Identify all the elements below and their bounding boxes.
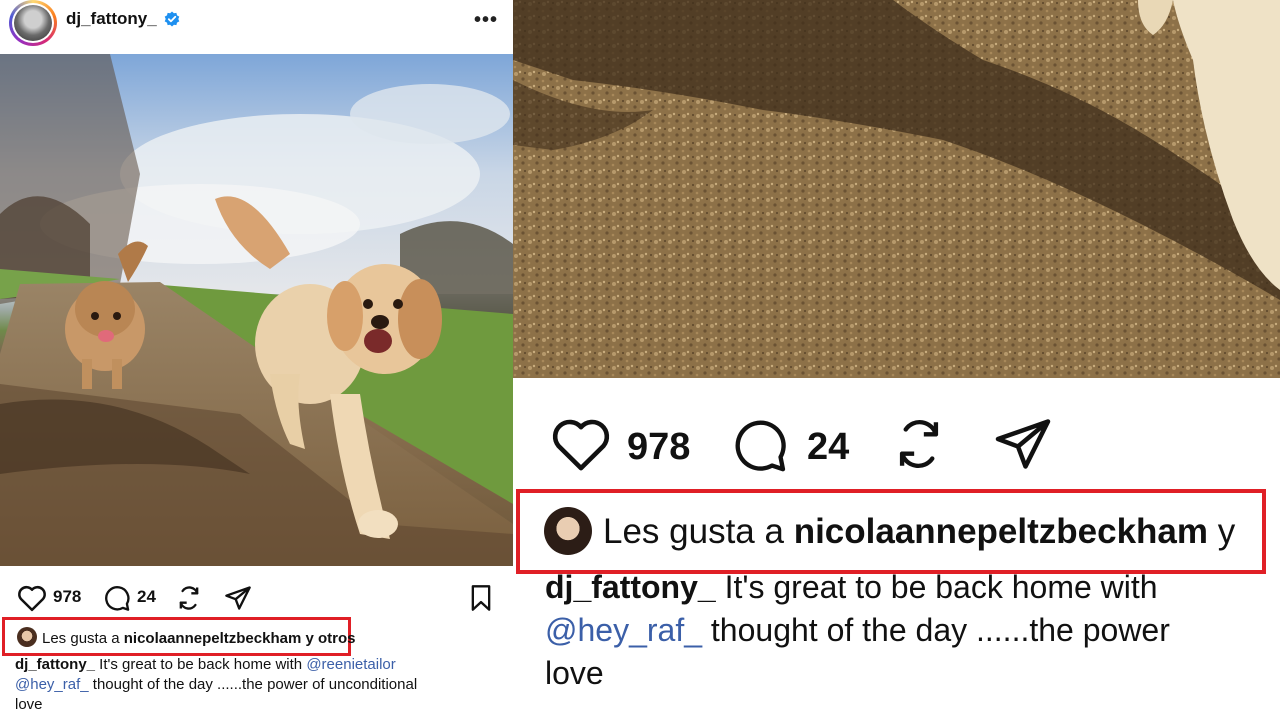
- repost-icon[interactable]: [890, 415, 948, 473]
- zoomed-caption-mention[interactable]: @hey_raf_: [545, 612, 702, 648]
- zoomed-liked-by-line: Les gusta a nicolaannepeltzbeckham y: [603, 512, 1235, 552]
- post-username[interactable]: dj_fattony_: [66, 9, 157, 29]
- post-photo[interactable]: [0, 54, 513, 566]
- liked-by-user[interactable]: nicolaannepeltzbeckham: [124, 630, 302, 647]
- zoomed-photo: [513, 0, 1280, 378]
- liker-avatar[interactable]: [17, 627, 37, 647]
- zoomed-liked-by-user[interactable]: nicolaannepeltzbeckham: [794, 512, 1208, 551]
- zoomed-action-bar: 978 24: [513, 400, 1280, 490]
- zoomed-liker-avatar[interactable]: [544, 507, 592, 555]
- post-panel: dj_fattony_ ••• 978 24 Les gusta a nicol…: [0, 0, 513, 720]
- liked-by-prefix: Les gusta a: [42, 630, 124, 647]
- zoomed-panel: 978 24 Les gusta a nicolaannepeltzbeckha…: [513, 0, 1280, 720]
- zoomed-caption-username[interactable]: dj_fattony_: [545, 569, 716, 605]
- bookmark-icon[interactable]: [467, 584, 495, 612]
- zoomed-caption-text-3: love: [545, 655, 604, 691]
- zoomed-caption-text-2: thought of the day ......the power: [702, 612, 1170, 648]
- heart-icon[interactable]: [17, 584, 47, 612]
- caption-text-2: thought of the day ......the power of un…: [88, 676, 418, 693]
- heart-icon[interactable]: [550, 416, 612, 472]
- post-action-bar: 978 24: [0, 578, 513, 616]
- dogs-photo-image: [0, 54, 513, 566]
- repost-icon[interactable]: [175, 584, 203, 612]
- zoomed-liked-by-prefix: Les gusta a: [603, 512, 794, 551]
- more-options-icon[interactable]: •••: [474, 9, 498, 32]
- caption-text-1: It's great to be back home with: [95, 656, 307, 673]
- zoomed-comments-count[interactable]: 24: [807, 426, 849, 469]
- verified-badge-icon: [164, 11, 180, 27]
- comment-icon[interactable]: [103, 584, 131, 612]
- zoomed-liked-by-suffix: y: [1208, 512, 1236, 551]
- zoomed-path-image: [513, 0, 1280, 378]
- comment-icon[interactable]: [731, 416, 789, 474]
- liked-by-line: Les gusta a nicolaannepeltzbeckham y otr…: [42, 630, 355, 647]
- liked-by-suffix[interactable]: y otros: [301, 630, 355, 647]
- share-icon[interactable]: [224, 584, 252, 612]
- caption-username[interactable]: dj_fattony_: [15, 656, 95, 673]
- zoomed-caption: dj_fattony_ It's great to be back home w…: [545, 566, 1280, 695]
- comments-count[interactable]: 24: [137, 587, 156, 607]
- post-header: dj_fattony_ •••: [0, 0, 513, 54]
- caption-mention-1[interactable]: @reenietailor: [306, 656, 395, 673]
- share-icon[interactable]: [993, 414, 1053, 474]
- zoomed-likes-count[interactable]: 978: [627, 426, 690, 469]
- caption-mention-2[interactable]: @hey_raf_: [15, 676, 89, 693]
- profile-avatar[interactable]: [9, 0, 57, 46]
- likes-count[interactable]: 978: [53, 587, 81, 607]
- caption-text-3: love: [15, 696, 43, 713]
- post-caption: dj_fattony_ It's great to be back home w…: [15, 655, 510, 715]
- zoomed-caption-text-1: It's great to be back home with: [715, 569, 1158, 605]
